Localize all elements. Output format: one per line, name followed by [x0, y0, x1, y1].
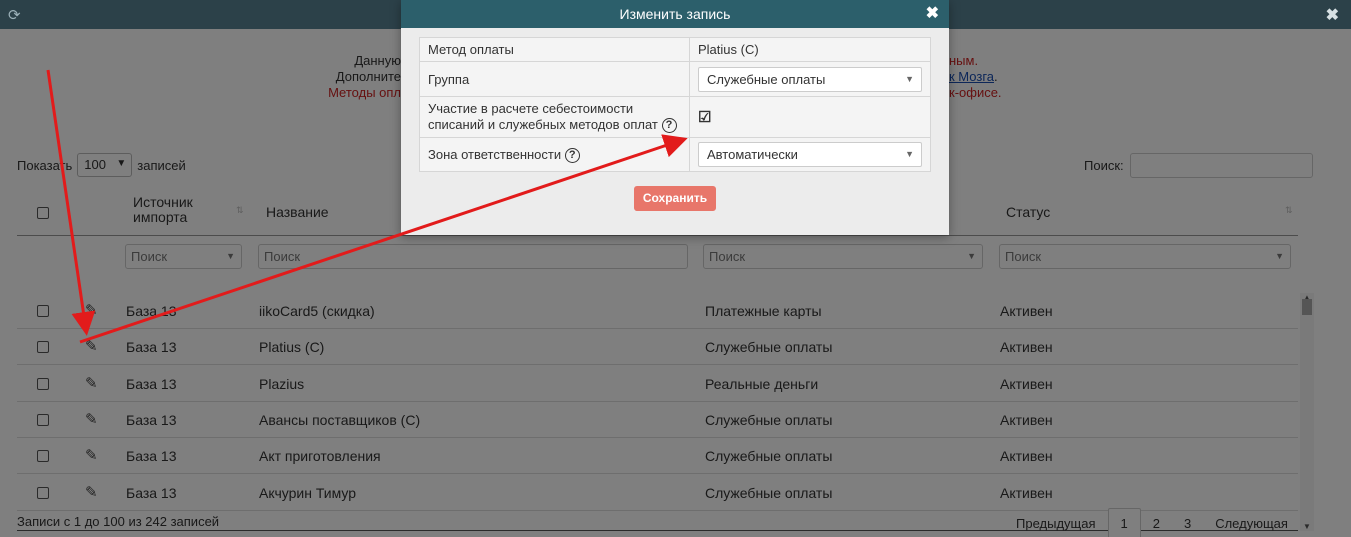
help-icon[interactable]: ?	[564, 147, 580, 163]
label-text: Зона ответственности	[428, 146, 562, 162]
form-row: Группа Служебные оплаты ▼	[419, 61, 931, 97]
cost-participation-cell: ☑	[689, 95, 931, 139]
help-icon[interactable]: ?	[661, 118, 677, 134]
payment-method-label: Метод оплаты	[419, 37, 690, 62]
responsibility-zone-cell: Автоматически ▼	[689, 137, 931, 173]
form-row: Участие в расчете себестоимости списаний…	[419, 95, 931, 139]
chevron-down-icon: ▼	[905, 73, 914, 84]
label-text: списаний и служебных методов оплат	[428, 117, 658, 132]
group-select[interactable]: Служебные оплаты ▼	[698, 66, 922, 92]
close-icon[interactable]: ✖	[926, 0, 939, 28]
group-cell: Служебные оплаты ▼	[689, 61, 931, 97]
label-line: списаний и служебных методов оплат ?	[428, 117, 681, 134]
group-select-value: Служебные оплаты	[707, 71, 826, 87]
save-button[interactable]: Сохранить	[634, 186, 716, 211]
form-row: Метод оплаты Platius (С)	[419, 37, 931, 62]
label-line: Участие в расчете себестоимости	[428, 101, 634, 116]
cost-participation-checkbox[interactable]: ☑	[698, 109, 711, 126]
close-icon[interactable]: ✖	[1326, 5, 1339, 25]
group-label: Группа	[419, 61, 690, 97]
modal-title: Изменить запись	[619, 6, 731, 22]
chevron-down-icon: ▼	[905, 149, 914, 160]
cost-participation-label: Участие в расчете себестоимости списаний…	[419, 95, 690, 139]
payment-method-value: Platius (С)	[689, 37, 931, 62]
edit-form-table: Метод оплаты Platius (С) Группа Служебны…	[419, 37, 931, 173]
edit-record-modal: Изменить запись ✖ Метод оплаты Platius (…	[401, 0, 949, 235]
responsibility-zone-select[interactable]: Автоматически ▼	[698, 142, 922, 168]
modal-header: Изменить запись ✖	[401, 0, 949, 28]
responsibility-zone-label: Зона ответственности ?	[419, 137, 690, 173]
zone-select-value: Автоматически	[707, 147, 798, 163]
form-row: Зона ответственности ? Автоматически ▼	[419, 137, 931, 173]
refresh-icon[interactable]: ⟳	[8, 6, 21, 24]
